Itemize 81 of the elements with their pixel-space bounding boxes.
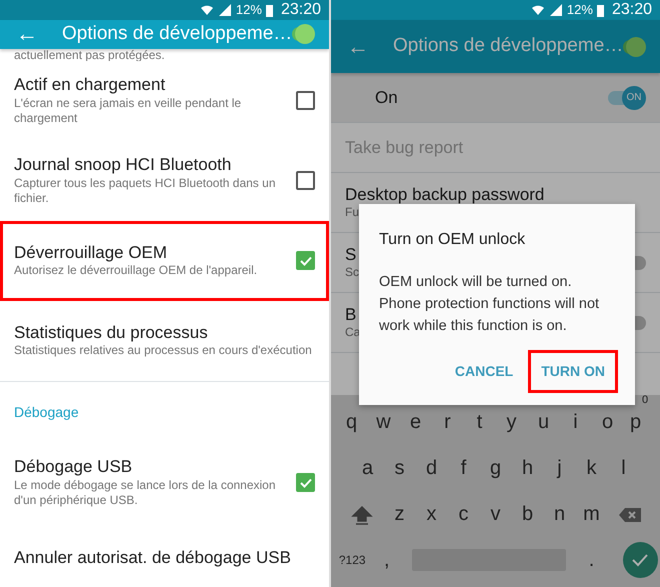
keyboard-key[interactable]: d	[416, 453, 448, 483]
battery-icon	[266, 4, 273, 16]
settings-row[interactable]: Déverrouillage OEM Autorisez le déverrouillage OEM de l'appareil.	[0, 220, 329, 300]
clock: 23:20	[612, 0, 652, 20]
battery-level: 12%	[236, 1, 262, 20]
keyboard-key[interactable]: w	[368, 407, 400, 437]
setting-title: S	[345, 244, 356, 266]
setting-title: Actif en chargement	[14, 74, 166, 96]
keyboard-key[interactable]: r	[432, 407, 464, 437]
keyboard-key[interactable]: z	[384, 499, 416, 529]
checkbox[interactable]	[296, 91, 315, 110]
keyboard-key[interactable]: ,	[371, 545, 402, 575]
keyboard-key[interactable]: k	[576, 453, 608, 483]
settings-row[interactable]: Journal snoop HCI Bluetooth Capturer tous les paquets HCI Bluetooth dans un fichier.	[0, 140, 329, 220]
section-header: Débogage	[14, 402, 79, 422]
dialog-title: Turn on OEM unlock	[379, 230, 526, 250]
signal-icon	[218, 3, 232, 17]
checkbox[interactable]	[296, 251, 315, 270]
enter-key[interactable]	[622, 542, 658, 578]
settings-row[interactable]: Statistiques du processus Statistiques relatives au processus en cours d'exécution	[0, 300, 329, 380]
setting-summary: Sc	[345, 265, 360, 281]
toggle-switch[interactable]	[292, 27, 313, 42]
clock: 23:20	[280, 0, 321, 20]
setting-summary: Statistiques relatives au processus en cours d'exécution	[14, 343, 313, 359]
keyboard-key[interactable]: i	[560, 407, 592, 437]
setting-title: Journal snoop HCI Bluetooth	[14, 154, 232, 176]
keyboard-key[interactable]: s	[384, 453, 416, 483]
setting-title: Take bug report	[345, 136, 464, 158]
wifi-icon	[530, 3, 545, 17]
dialog-button[interactable]: TURN ON	[531, 353, 615, 390]
setting-summary: Fu	[345, 205, 360, 221]
keyboard-key[interactable]: q	[336, 407, 368, 437]
check-icon	[631, 552, 650, 568]
keyboard-key[interactable]: c	[448, 499, 480, 529]
keyboard-key[interactable]: e	[400, 407, 432, 437]
keyboard-key[interactable]: v	[480, 499, 512, 529]
setting-title: Déverrouillage OEM	[14, 242, 168, 264]
keyboard-key[interactable]: ?123	[333, 551, 372, 569]
key-hint: 0	[641, 394, 650, 406]
setting-title: Desktop backup password	[345, 184, 544, 206]
back-button[interactable]: ←	[16, 23, 38, 46]
app-bar-title: Options de développeme…	[62, 22, 292, 46]
battery-icon	[596, 4, 604, 16]
keyboard-key[interactable]: b	[512, 499, 544, 529]
setting-summary: L'écran ne sera jamais en veille pendant le chargement	[14, 96, 242, 127]
keyboard-key[interactable]: .	[576, 545, 607, 575]
setting-summary: Autorisez le déverrouillage OEM de l'appareil.	[14, 263, 258, 279]
keyboard-key[interactable]: f	[448, 453, 480, 483]
keyboard-key[interactable]: m	[576, 499, 608, 529]
wifi-icon	[200, 3, 214, 17]
settings-row[interactable]: Débogage USB Le mode débogage se lance lors de la connexion d'un périphérique USB.	[0, 442, 329, 522]
keyboard-key[interactable]: x	[416, 499, 448, 529]
settings-row[interactable]: Annuler autorisat. de débogage USB	[0, 522, 329, 587]
setting-title: Débogage USB	[14, 456, 134, 478]
shift-icon	[350, 504, 372, 526]
settings-row[interactable]: Actif en chargement L'écran ne sera jamais en veille pendant le chargement	[0, 60, 329, 140]
checkbox[interactable]	[296, 171, 315, 190]
backspace-icon	[618, 506, 642, 523]
setting-title: B	[345, 304, 356, 326]
keyboard-key[interactable]: h	[512, 453, 544, 483]
setting-title: Annuler autorisat. de débogage USB	[14, 546, 292, 568]
checkbox[interactable]	[296, 473, 315, 492]
keyboard-key[interactable]: l	[608, 453, 640, 483]
keyboard-key[interactable]: n	[544, 499, 576, 529]
keyboard-key[interactable]: a	[352, 453, 384, 483]
keyboard-key[interactable]: g	[480, 453, 512, 483]
keyboard-key[interactable]: u	[528, 407, 560, 437]
back-button[interactable]: ←	[347, 36, 369, 58]
keyboard-key[interactable]: t	[464, 407, 496, 437]
settings-row[interactable]: On ON	[331, 73, 660, 123]
app-bar-title: Options de développeme…	[393, 34, 624, 58]
setting-summary: Capturer tous les paquets HCI Bluetooth dans un fichier.	[14, 176, 276, 207]
dialog-button[interactable]: CANCEL	[444, 353, 524, 390]
keyboard-key[interactable]: o	[592, 407, 624, 437]
keyboard-key[interactable]: y	[496, 407, 528, 437]
signal-icon	[548, 3, 563, 17]
keyboard-key[interactable]: j	[544, 453, 576, 483]
setting-title: Statistiques du processus	[14, 322, 209, 344]
dialog-message: OEM unlock will be turned on. Phone protection functions will not work while this function is on.	[379, 273, 600, 336]
battery-level: 12%	[566, 1, 593, 20]
setting-summary: Le mode débogage se lance lors de la connexion d'un périphérique USB.	[14, 478, 277, 509]
